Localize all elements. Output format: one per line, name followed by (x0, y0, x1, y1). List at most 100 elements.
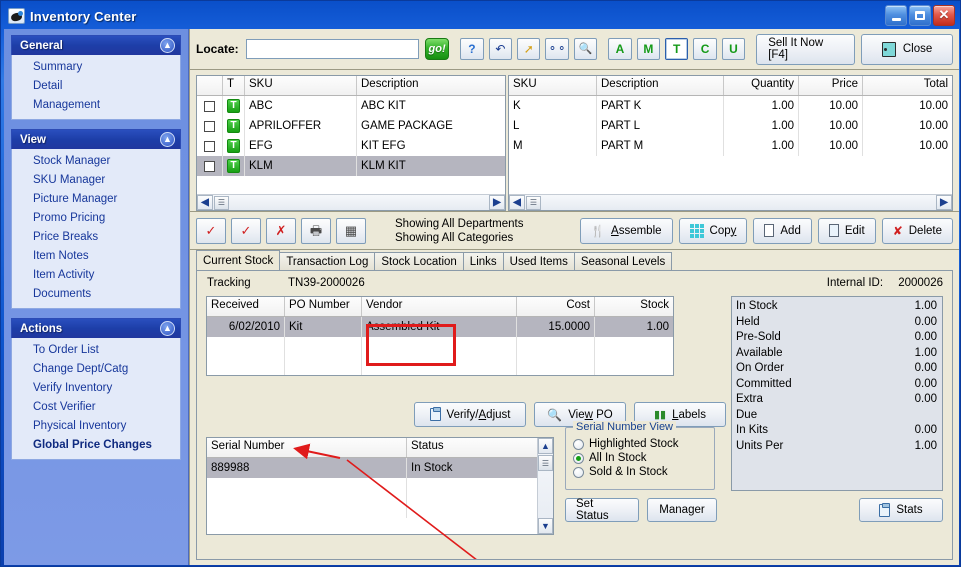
sidebar-item-price-breaks[interactable]: Price Breaks (12, 228, 180, 247)
row-checkbox[interactable] (204, 100, 215, 112)
scrollbar-thumb[interactable]: ☰ (538, 455, 553, 471)
sidebar-item-summary[interactable]: Summary (12, 58, 180, 77)
column-vendor[interactable]: Vendor (362, 297, 517, 316)
chevron-up-icon[interactable]: ▲ (160, 321, 175, 336)
filter-button-t[interactable]: T (665, 38, 689, 60)
tab-seasonal-levels[interactable]: Seasonal Levels (573, 252, 673, 270)
table-row[interactable]: T EFG KIT EFG (197, 136, 505, 156)
radio-icon[interactable] (573, 466, 584, 478)
sidebar-item-global-price-changes[interactable]: Global Price Changes (12, 436, 180, 455)
column-sku[interactable]: SKU (245, 76, 357, 95)
column-received[interactable]: Received (207, 297, 285, 316)
check-all-icon[interactable]: ✓ (231, 217, 261, 244)
table-row[interactable]: 6/02/2010 Kit Assembled Kit 15.0000 1.00 (207, 317, 673, 337)
chevron-up-icon[interactable]: ▲ (160, 132, 175, 147)
sidebar-item-sku-manager[interactable]: SKU Manager (12, 171, 180, 190)
scrollbar-track[interactable] (538, 471, 553, 518)
table-row[interactable] (207, 337, 673, 357)
filter-button-c[interactable]: C (693, 38, 717, 60)
column-total[interactable]: Total (863, 76, 952, 95)
sidebar-item-item-notes[interactable]: Item Notes (12, 247, 180, 266)
sidebar-item-verify-inventory[interactable]: Verify Inventory (12, 379, 180, 398)
sidebar-item-item-activity[interactable]: Item Activity (12, 266, 180, 285)
sidebar-item-promo-pricing[interactable]: Promo Pricing (12, 209, 180, 228)
column-status[interactable]: Status (407, 438, 537, 457)
stats-button[interactable]: Stats (859, 498, 943, 522)
scrollbar-thumb[interactable]: ☰ (214, 195, 229, 210)
sidebar-item-management[interactable]: Management (12, 96, 180, 115)
filter-button-u[interactable]: U (721, 38, 746, 60)
row-checkbox[interactable] (204, 160, 215, 172)
table-row[interactable] (207, 357, 673, 375)
scroll-up-icon[interactable]: ▲ (538, 438, 553, 454)
go-button[interactable]: go! (424, 38, 450, 60)
close-button[interactable]: Close (861, 33, 954, 65)
radio-highlighted-stock[interactable]: Highlighted Stock (566, 437, 714, 451)
print-icon[interactable]: 🖶 (301, 217, 331, 244)
radio-icon-selected[interactable] (573, 452, 584, 464)
minimize-button[interactable] (885, 5, 907, 26)
table-row[interactable]: M PART M 1.00 10.00 10.00 (509, 136, 952, 156)
set-status-button[interactable]: Set Status (565, 498, 639, 522)
table-row[interactable]: T KLM KLM KIT (197, 156, 505, 176)
horizontal-scrollbar[interactable]: ◀ ☰ ▶ (197, 194, 505, 210)
panel-header-general[interactable]: General ▲ (11, 35, 181, 55)
column-stock[interactable]: Stock (595, 297, 673, 316)
radio-all-in-stock[interactable]: All In Stock (566, 451, 714, 465)
verify-adjust-button[interactable]: Verify/Adjust (414, 402, 526, 427)
chevron-up-icon[interactable]: ▲ (160, 38, 175, 53)
row-checkbox[interactable] (204, 140, 215, 152)
column-quantity[interactable]: Quantity (724, 76, 799, 95)
radio-icon[interactable] (573, 438, 584, 450)
horizontal-scrollbar[interactable]: ◀ ☰ ▶ (509, 194, 952, 210)
table-row[interactable] (207, 498, 537, 518)
row-checkbox[interactable] (204, 120, 215, 132)
add-button[interactable]: Add (753, 217, 812, 244)
radio-sold-and-in-stock[interactable]: Sold & In Stock (566, 465, 714, 479)
column-checkbox[interactable] (197, 76, 223, 95)
uncheck-all-icon[interactable]: ✗ (266, 217, 296, 244)
column-po-number[interactable]: PO Number (285, 297, 362, 316)
jump-icon[interactable]: ➚ (517, 38, 541, 60)
maximize-button[interactable] (909, 5, 931, 26)
table-row[interactable] (207, 478, 537, 498)
panel-header-view[interactable]: View ▲ (11, 129, 181, 149)
delete-button[interactable]: ✘ Delete (881, 217, 953, 244)
tab-used-items[interactable]: Used Items (502, 252, 575, 270)
check-icon[interactable]: ✓ (196, 217, 226, 244)
vertical-scrollbar[interactable]: ▲ ☰ ▼ (537, 438, 553, 534)
panel-header-actions[interactable]: Actions ▲ (11, 318, 181, 338)
close-window-button[interactable]: ✕ (933, 5, 955, 26)
assemble-button[interactable]: 🍴 Assemble (579, 217, 673, 244)
sell-it-now-button[interactable]: Sell It Now [F4] (756, 33, 856, 65)
sidebar-item-to-order-list[interactable]: To Order List (12, 341, 180, 360)
edit-button[interactable]: Edit (817, 217, 876, 244)
table-row[interactable]: K PART K 1.00 10.00 10.00 (509, 96, 952, 116)
list-icon[interactable]: ▦ (336, 217, 366, 244)
sidebar-item-picture-manager[interactable]: Picture Manager (12, 190, 180, 209)
column-cost[interactable]: Cost (517, 297, 595, 316)
column-serial-number[interactable]: Serial Number (207, 438, 407, 457)
tab-links[interactable]: Links (462, 252, 504, 270)
sidebar-item-physical-inventory[interactable]: Physical Inventory (12, 417, 180, 436)
column-type[interactable]: T (223, 76, 245, 95)
help-icon[interactable]: ? (460, 38, 484, 60)
table-row[interactable]: T ABC ABC KIT (197, 96, 505, 116)
table-row[interactable]: L PART L 1.00 10.00 10.00 (509, 116, 952, 136)
scroll-down-icon[interactable]: ▼ (538, 518, 553, 534)
column-price[interactable]: Price (799, 76, 863, 95)
scroll-left-icon[interactable]: ◀ (197, 195, 213, 210)
sidebar-item-detail[interactable]: Detail (12, 77, 180, 96)
filter-button-m[interactable]: M (636, 38, 661, 60)
locate-input[interactable] (245, 39, 419, 59)
column-sku[interactable]: SKU (509, 76, 597, 95)
tab-stock-location[interactable]: Stock Location (374, 252, 464, 270)
manager-button[interactable]: Manager (647, 498, 717, 522)
sidebar-item-stock-manager[interactable]: Stock Manager (12, 152, 180, 171)
table-row[interactable]: 889988 In Stock (207, 458, 537, 478)
column-description[interactable]: Description (357, 76, 505, 95)
table-row[interactable]: T APRILOFFER GAME PACKAGE (197, 116, 505, 136)
binoculars-icon[interactable]: ⚬⚬ (545, 38, 569, 60)
filter-button-a[interactable]: A (608, 38, 632, 60)
sidebar-item-cost-verifier[interactable]: Cost Verifier (12, 398, 180, 417)
